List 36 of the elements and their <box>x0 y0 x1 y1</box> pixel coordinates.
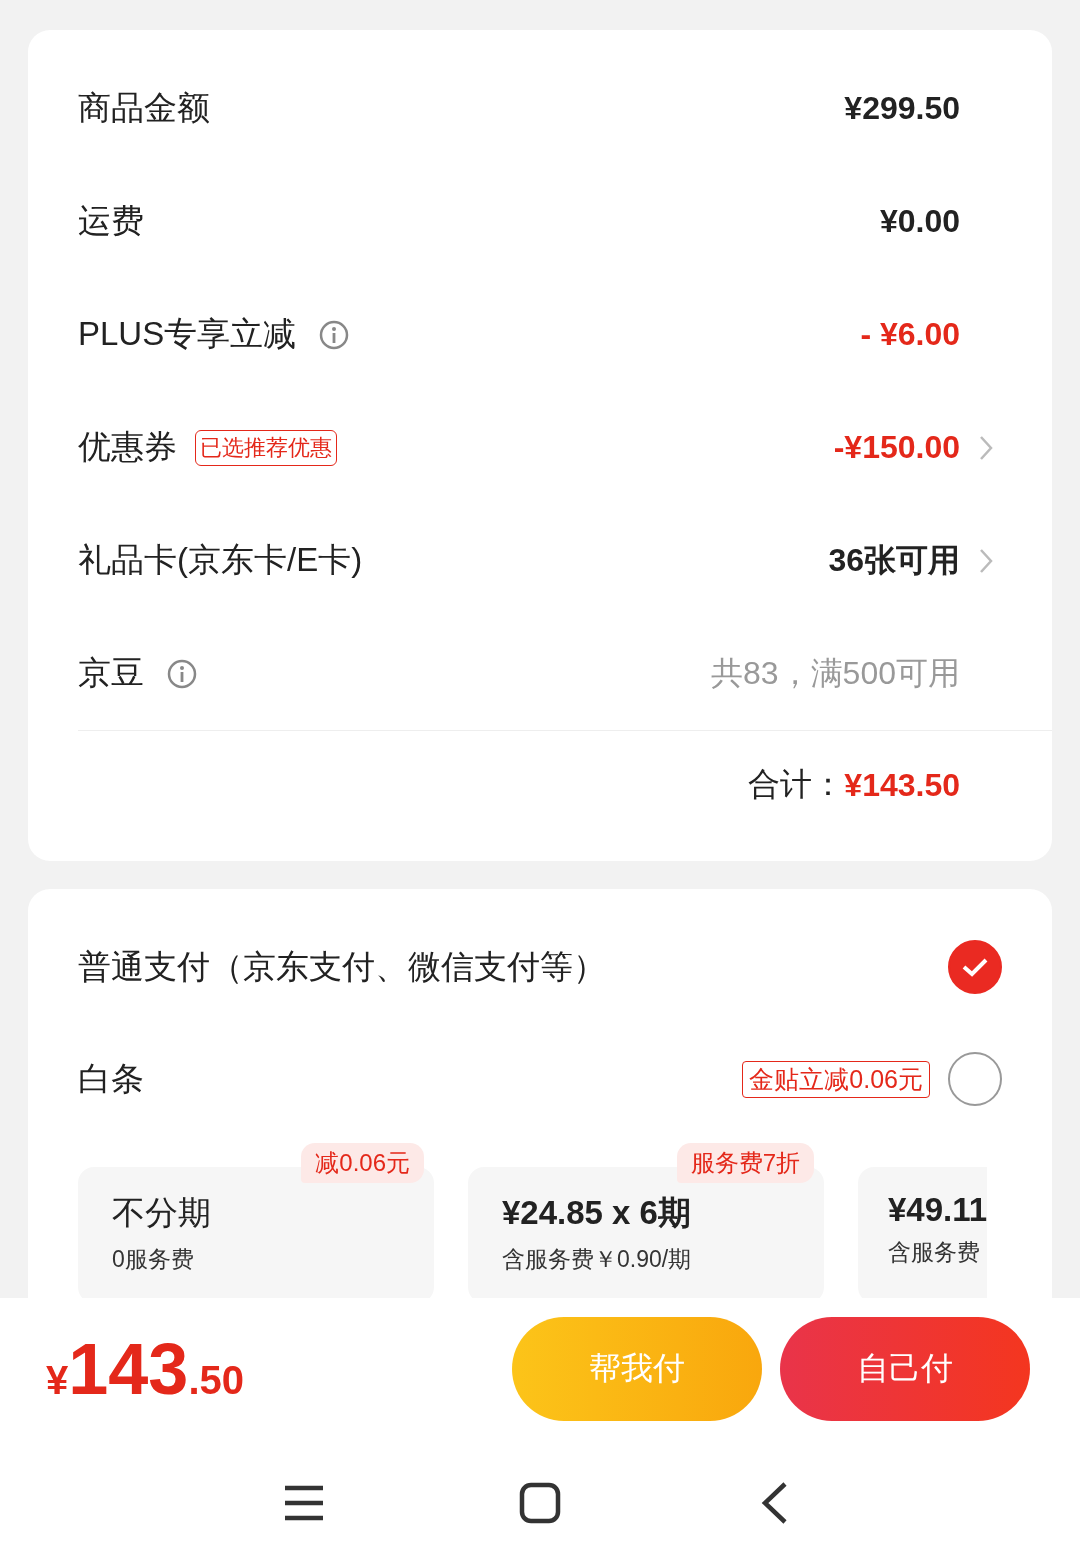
plan-badge: 减0.06元 <box>301 1143 424 1183</box>
row-label: 优惠券 <box>78 427 177 467</box>
row-label: 商品金额 <box>78 88 210 128</box>
discount-tag: 金贴立减0.06元 <box>742 1060 930 1098</box>
row-label: 礼品卡(京东卡/E卡) <box>78 540 363 580</box>
row-value: -¥150.00 <box>833 429 960 466</box>
radio-button[interactable] <box>948 940 1002 994</box>
plan-fee: 含服务费￥0.90/期 <box>502 1245 693 1274</box>
payment-method-label[interactable]: 普通支付（京东支付、微信支付等） <box>78 944 606 990</box>
row-value: - ¥6.00 <box>860 316 960 353</box>
coupon-tag: 已选推荐优惠 <box>195 429 337 466</box>
pay-button[interactable]: 自己付 <box>780 1317 1030 1421</box>
plan-badge: 服务费7折 <box>676 1143 814 1183</box>
currency-symbol: ¥ <box>46 1358 69 1403</box>
home-icon[interactable] <box>517 1480 563 1526</box>
plan-fee: 含服务费 <box>888 1238 981 1267</box>
row-label: 京豆 <box>78 653 144 693</box>
plan-title: ¥24.85 x 6期 <box>502 1193 692 1233</box>
total-label: 合计： <box>748 765 845 804</box>
total-value: ¥143.50 <box>844 766 960 804</box>
row-label: 运费 <box>78 201 144 241</box>
radio-button[interactable] <box>948 1052 1002 1106</box>
info-icon[interactable] <box>166 657 198 690</box>
plan-title: 不分期 <box>112 1193 212 1233</box>
payment-method-label[interactable]: 白条 <box>78 1056 144 1102</box>
row-value: ¥0.00 <box>879 203 960 240</box>
price-decimal: .50 <box>188 1358 244 1403</box>
row-value: ¥299.50 <box>844 90 960 127</box>
info-icon[interactable] <box>318 318 351 351</box>
price-integer: 143 <box>68 1328 189 1410</box>
installment-option[interactable]: ¥49.11 含服务费 <box>858 1167 988 1298</box>
row-value: 共83，满500可用 <box>711 653 960 693</box>
row-value: 36张可用 <box>828 540 960 580</box>
plan-title: ¥49.11 <box>888 1191 988 1229</box>
row-label: PLUS专享立减 <box>78 314 297 354</box>
plan-fee: 0服务费 <box>112 1245 195 1274</box>
